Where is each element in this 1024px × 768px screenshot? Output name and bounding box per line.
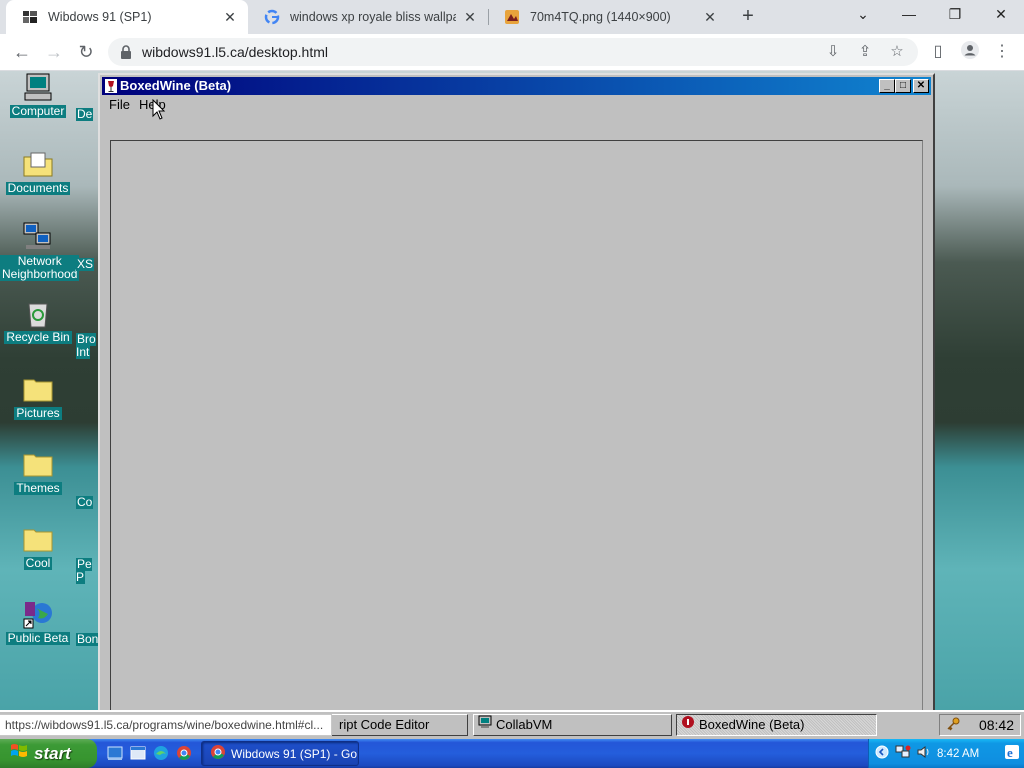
close-icon[interactable]: ✕ (702, 9, 718, 25)
browser-toolbar: ← → ↻ wibdows91.l5.ca/desktop.html ⇩ ⇪ ☆… (0, 34, 1024, 71)
network-neighborhood-icon (22, 221, 54, 253)
desktop-icon-column2-label[interactable]: De (76, 108, 100, 121)
wibdows-favicon-icon (22, 9, 38, 25)
desktop-icon-label: Cool (23, 556, 53, 570)
browser-tab-strip: Wibdows 91 (SP1) ✕ windows xp royale bli… (0, 0, 1024, 34)
edge-browser-icon[interactable] (152, 744, 170, 762)
minimize-icon[interactable]: _ (879, 79, 895, 93)
tab-wibdows[interactable]: Wibdows 91 (SP1) ✕ (6, 0, 248, 34)
desktop-icon-public-beta[interactable]: Public Beta (0, 598, 76, 645)
windows-flag-icon (10, 742, 28, 765)
taskbar-boxedwine[interactable]: BoxedWine (Beta) (676, 714, 877, 736)
chrome-browser-icon (210, 744, 226, 763)
google-favicon-icon (264, 9, 280, 25)
wine-glass-icon (105, 79, 117, 96)
tray-expand-chevron-icon[interactable] (875, 745, 889, 762)
desktop-icon-pictures[interactable]: Pictures (0, 373, 76, 420)
address-bar[interactable]: wibdows91.l5.ca/desktop.html ⇩ ⇪ ☆ (108, 38, 918, 66)
desktop-icon-themes[interactable]: Themes (0, 448, 76, 495)
volume-tray-icon[interactable] (917, 745, 931, 762)
tab-title: 70m4TQ.png (1440×900) (530, 10, 671, 24)
tab-search-chevron-icon[interactable]: ⌄ (840, 0, 886, 30)
close-icon[interactable]: ✕ (462, 9, 478, 25)
svg-text:e: e (1007, 745, 1013, 760)
desktop-icon-column2-label[interactable]: Co (76, 496, 100, 509)
close-icon[interactable]: ✕ (913, 79, 929, 93)
window-title-bar[interactable]: BoxedWine (Beta) _ □ ✕ (102, 77, 931, 95)
lock-icon[interactable] (120, 45, 132, 62)
new-tab-button[interactable]: + (736, 5, 760, 29)
desktop-icon-recycle-bin[interactable]: Recycle Bin (0, 297, 76, 344)
xp-clock[interactable]: 8:42 AM (937, 748, 979, 760)
menu-kebab-icon[interactable]: ⋮ (990, 40, 1014, 64)
network-tray-icon[interactable] (895, 745, 911, 762)
menu-file[interactable]: File (109, 97, 130, 112)
bookmark-star-icon[interactable]: ☆ (886, 42, 908, 62)
desktop-icon-label: Themes (14, 481, 62, 495)
install-app-icon[interactable]: ⇩ (822, 42, 844, 62)
desktop-icon-column2-label[interactable]: XS (76, 258, 100, 271)
link-status-bubble: https://wibdows91.l5.ca/programs/wine/bo… (0, 714, 333, 736)
globe-shortcut-icon (22, 598, 54, 630)
desktop-icon-label: Network Neighborhood (0, 254, 80, 281)
window-client-area[interactable] (110, 140, 923, 710)
maximize-icon[interactable]: □ (895, 79, 911, 93)
page-viewport: Computer Documents Network Neighborhood … (0, 71, 1024, 710)
explorer-window-icon[interactable] (129, 744, 147, 762)
desktop-icon-cool[interactable]: Cool (0, 523, 76, 570)
start-label: start (34, 743, 71, 763)
start-button[interactable]: start (0, 739, 97, 768)
tab-title: windows xp royale bliss wallpaper (290, 10, 456, 24)
key-icon[interactable] (946, 717, 960, 734)
close-icon[interactable]: ✕ (222, 9, 238, 25)
tab-image[interactable]: 70m4TQ.png (1440×900) ✕ (488, 0, 728, 34)
recycle-bin-icon (22, 297, 54, 329)
window-title: BoxedWine (Beta) (120, 78, 232, 93)
folder-icon (22, 448, 54, 480)
taskbar-collabvm[interactable]: CollabVM (473, 714, 672, 736)
desktop-icon-computer[interactable]: Computer (0, 71, 76, 118)
mouse-cursor-icon (152, 98, 166, 124)
side-panel-icon[interactable]: ▯ (926, 40, 950, 64)
folder-icon (22, 523, 54, 555)
desktop-icon-label: Public Beta (5, 631, 71, 645)
desktop-icon-label: Recycle Bin (4, 330, 72, 344)
tab-google-search[interactable]: windows xp royale bliss wallpaper ✕ (248, 0, 488, 34)
desktop-icon-column2-label[interactable]: Pe P (76, 558, 100, 584)
tab-title: Wibdows 91 (SP1) (48, 10, 152, 24)
documents-folder-icon (22, 148, 54, 180)
folder-icon (22, 373, 54, 405)
chrome-browser-icon[interactable] (175, 744, 193, 762)
desktop-icon-label: Pictures (14, 406, 62, 420)
desktop-icon-column2-label[interactable]: Bon (76, 633, 100, 646)
image-favicon-icon (504, 9, 520, 25)
xp-taskbar: start Wibdows 91 (SP1) - Go... 8:42 AM e (0, 739, 1024, 768)
desktop-icon-label: Documents (5, 181, 71, 195)
back-arrow-icon[interactable]: ← (8, 38, 36, 66)
reload-icon[interactable]: ↻ (72, 38, 100, 66)
xp-notification-area: 8:42 AM e (868, 739, 1024, 768)
forward-arrow-icon[interactable]: → (40, 38, 68, 66)
desktop-icon-documents[interactable]: Documents (0, 148, 76, 195)
wine-glass-icon (681, 715, 695, 735)
computer-icon (22, 71, 54, 103)
minimize-icon[interactable]: — (886, 0, 932, 30)
url-text: wibdows91.l5.ca/desktop.html (142, 44, 328, 60)
profile-avatar-icon[interactable] (958, 40, 982, 64)
desktop-icon-label: Computer (9, 104, 67, 118)
boxedwine-window: BoxedWine (Beta) _ □ ✕ File Help (98, 73, 935, 710)
w95-system-tray: 08:42 (939, 714, 1021, 736)
desktop-icon-column2-label[interactable]: Bro Int (76, 333, 100, 359)
restore-icon[interactable]: ❐ (932, 0, 978, 30)
ie-tray-icon[interactable]: e (1004, 744, 1020, 763)
show-desktop-icon[interactable] (106, 744, 124, 762)
share-icon[interactable]: ⇪ (854, 42, 876, 62)
desktop-icon-network[interactable]: Network Neighborhood (0, 221, 80, 281)
w95-clock[interactable]: 08:42 (979, 717, 1014, 733)
computer-icon (478, 715, 492, 735)
taskbar-chrome-window[interactable]: Wibdows 91 (SP1) - Go... (201, 741, 359, 766)
close-window-icon[interactable]: ✕ (978, 0, 1024, 30)
